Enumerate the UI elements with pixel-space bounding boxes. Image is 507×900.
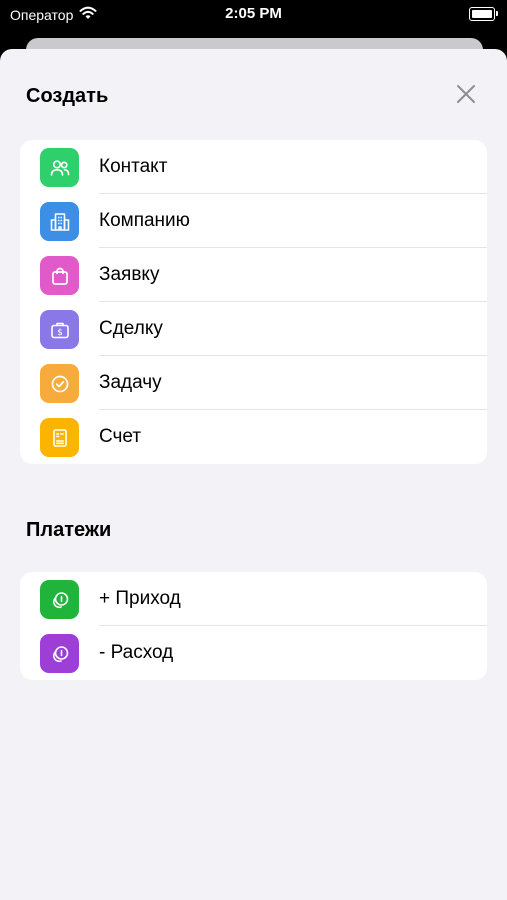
create-item-label: Сделку xyxy=(99,318,163,339)
coins-icon xyxy=(40,634,79,673)
create-list: Контакт Компанию Заявку $ Сделку Задачу … xyxy=(20,140,487,464)
bag-icon xyxy=(40,256,79,295)
create-item-contact[interactable]: Контакт xyxy=(20,140,487,194)
payments-section-title: Платежи xyxy=(26,519,112,541)
building-icon xyxy=(40,202,79,241)
create-item-request[interactable]: Заявку xyxy=(20,248,487,302)
payments-list: + Приход - Расход xyxy=(20,572,487,680)
payment-item-label: + Приход xyxy=(99,588,181,609)
briefcase-dollar-icon: $ xyxy=(40,310,79,349)
status-bar: Оператор 2:05 PM xyxy=(0,0,507,30)
create-item-invoice[interactable]: Счет xyxy=(20,410,487,464)
contacts-icon xyxy=(40,148,79,187)
create-item-task[interactable]: Задачу xyxy=(20,356,487,410)
invoice-icon xyxy=(40,418,79,457)
create-item-label: Компанию xyxy=(99,210,190,231)
sheet-title: Создать xyxy=(26,85,109,107)
create-item-label: Задачу xyxy=(99,372,162,393)
create-item-deal[interactable]: $ Сделку xyxy=(20,302,487,356)
close-button[interactable] xyxy=(452,82,480,110)
status-time: 2:05 PM xyxy=(225,5,282,22)
battery-icon xyxy=(469,7,498,21)
payment-item-income[interactable]: + Приход xyxy=(20,572,487,626)
check-circle-icon xyxy=(40,364,79,403)
coins-icon xyxy=(40,580,79,619)
payment-item-expense[interactable]: - Расход xyxy=(20,626,487,680)
svg-text:$: $ xyxy=(57,328,63,338)
create-item-company[interactable]: Компанию xyxy=(20,194,487,248)
create-item-label: Счет xyxy=(99,426,142,447)
create-item-label: Заявку xyxy=(99,264,160,285)
create-item-label: Контакт xyxy=(99,156,168,177)
payment-item-label: - Расход xyxy=(99,642,174,663)
close-icon xyxy=(456,84,476,109)
